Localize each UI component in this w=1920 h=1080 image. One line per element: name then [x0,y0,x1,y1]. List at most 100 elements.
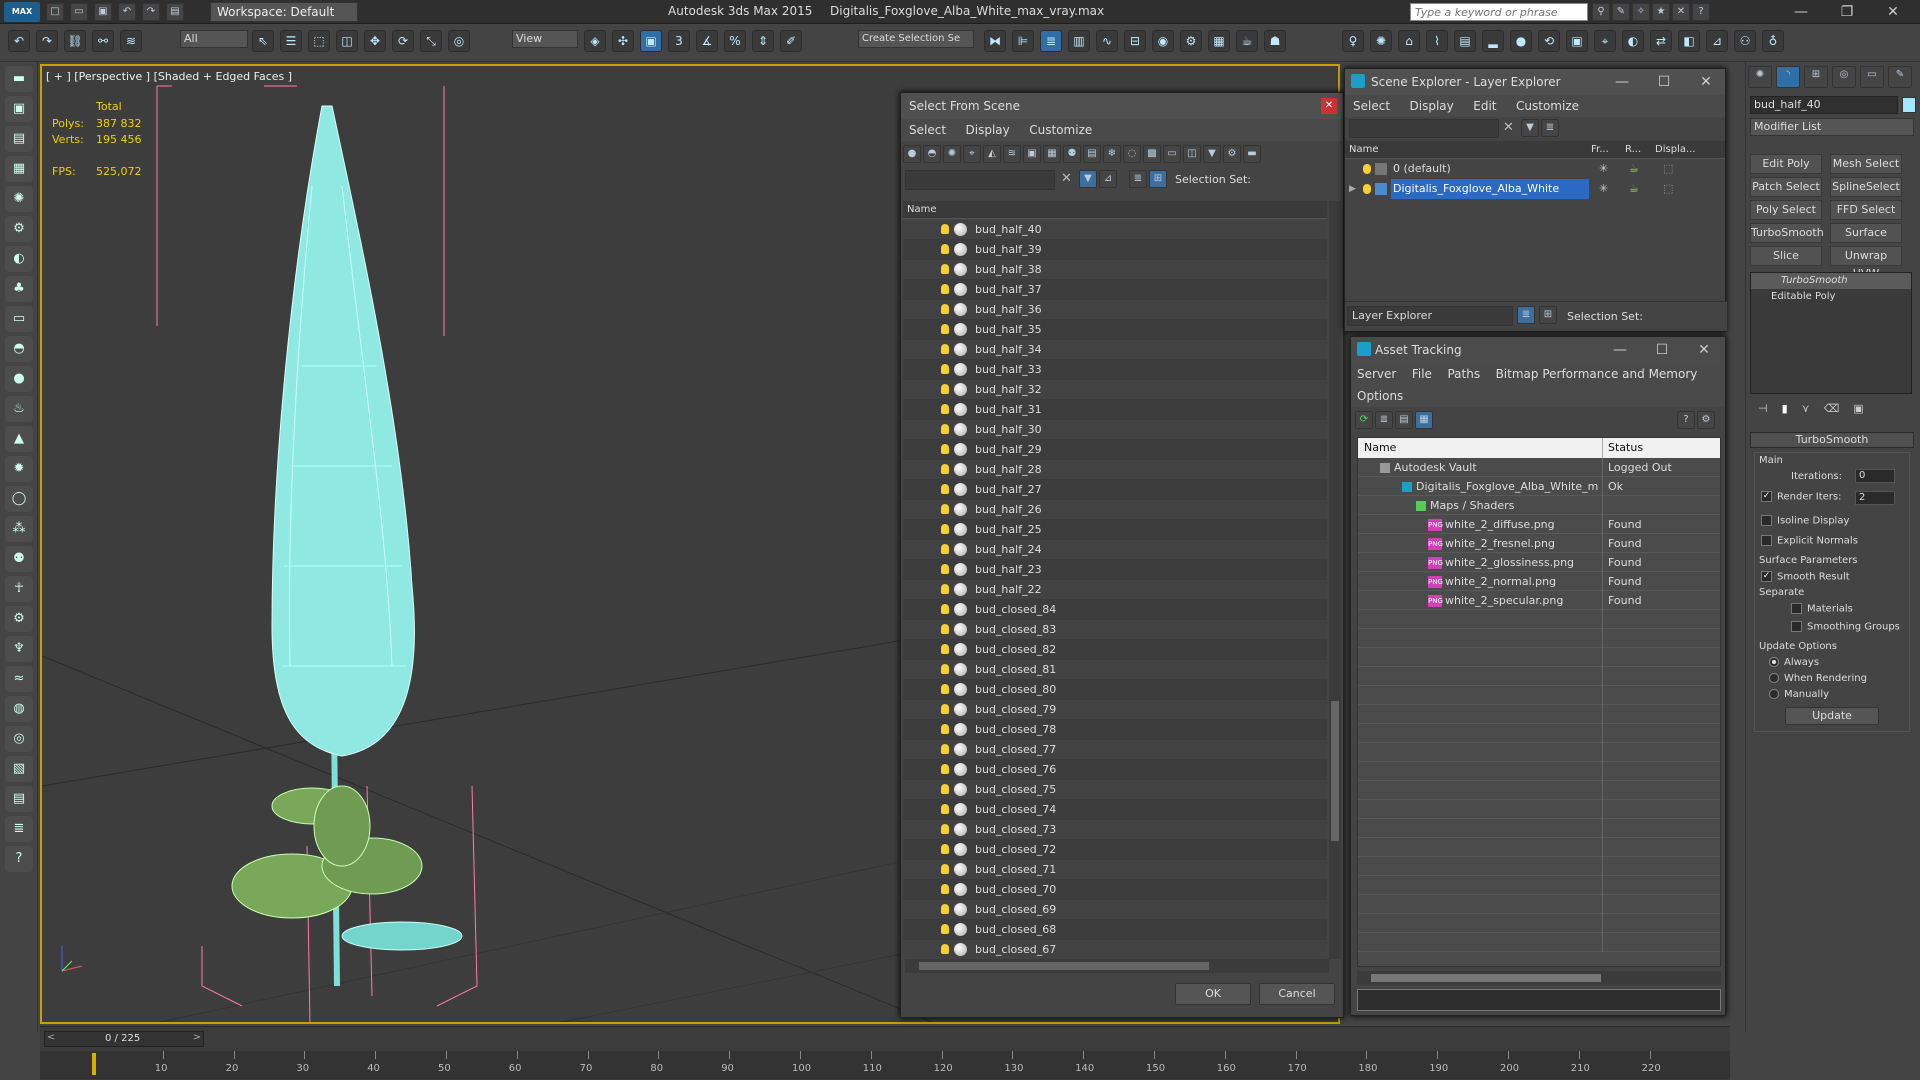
light-bulb-icon[interactable] [941,564,949,574]
scene-list-item[interactable]: bud_closed_83 [903,620,1327,640]
vray-help-icon[interactable]: ♁ [1762,30,1784,52]
sphere-icon[interactable]: ● [5,366,33,392]
explorer-type-dropdown[interactable]: Layer Explorer [1347,306,1513,326]
light-bulb-icon[interactable] [941,824,949,834]
display-all-icon[interactable]: ▩ [1143,145,1161,163]
tools-icon[interactable]: ✎ [1612,3,1630,21]
light-bulb-icon[interactable] [941,224,949,234]
layer-icon[interactable]: ≣ [1129,170,1147,188]
texture-icon[interactable]: ◍ [5,696,33,722]
asset-row[interactable]: PNG white_2_normal.png Found [1358,572,1720,591]
mirror-icon[interactable]: ⧓ [984,30,1006,52]
light-bulb-icon[interactable] [941,744,949,754]
vray-rt-icon[interactable]: ⟲ [1538,30,1560,52]
modifier-button[interactable]: Patch Select [1750,177,1822,197]
light-bulb-icon[interactable] [941,804,949,814]
scene-list-item[interactable]: bud_half_35 [903,320,1327,340]
collapse-icon[interactable]: ▬ [1243,145,1261,163]
select-object-icon[interactable]: ⇖ [252,30,274,52]
scene-list-item[interactable]: bud_half_22 [903,580,1327,600]
configure-sets-icon[interactable]: ▣ [1853,402,1863,424]
modifier-button[interactable]: Poly Select [1750,200,1822,220]
track-bar[interactable]: 10 20 30 40 50 60 70 80 90 100 110 120 130 140 150 160 1… [40,1051,1730,1079]
material-editor-icon[interactable]: ◉ [1152,30,1174,52]
scene-list-item[interactable]: bud_closed_75 [903,780,1327,800]
clear-search-icon[interactable]: ✕ [1061,171,1072,186]
sort-by-layer-icon[interactable]: ≣ [1517,306,1535,324]
vray-proxy-icon[interactable]: ▤ [1454,30,1476,52]
time-slider[interactable]: < 0 / 225 > [44,1031,204,1047]
scene-list-item[interactable]: bud_half_28 [903,460,1327,480]
viewport-label[interactable]: [ + ] [Perspective ] [Shaded + Edged Fac… [46,70,292,83]
app-logo[interactable]: MAX [4,2,40,22]
menu-display[interactable]: Display [966,119,1010,141]
list-view-icon[interactable]: ≣ [1375,411,1393,429]
align-icon[interactable]: ⊫ [1012,30,1034,52]
scene-list-item[interactable]: bud_half_33 [903,360,1327,380]
column-renderable[interactable]: R... [1625,141,1641,159]
light-bulb-icon[interactable] [941,724,949,734]
scene-list-item[interactable]: bud_half_39 [903,240,1327,260]
scene-list-item[interactable]: bud_closed_71 [903,860,1327,880]
asset-path-field[interactable] [1357,989,1721,1011]
render-teapot-icon[interactable]: ☕ [1629,159,1639,179]
vray-light-icon[interactable]: ♀ [1342,30,1364,52]
explicit-normals-checkbox[interactable] [1761,535,1772,546]
object-name-field[interactable]: bud_half_40 [1750,96,1898,114]
render-iterative-icon[interactable]: ☗ [1264,30,1286,52]
hierarchy-icon[interactable]: ▤ [5,126,33,152]
column-name[interactable]: Name [1349,141,1379,159]
light-bulb-icon[interactable] [941,884,949,894]
render-production-icon[interactable]: ☕ [1236,30,1258,52]
scene-list-item[interactable]: bud_half_27 [903,480,1327,500]
asset-row[interactable]: PNG white_2_glossiness.png Found [1358,553,1720,572]
scene-list-item[interactable]: bud_closed_76 [903,760,1327,780]
vray-plane-icon[interactable]: ▂ [1482,30,1504,52]
display-xrefs-icon[interactable]: ▦ [1043,145,1061,163]
layer-manager-icon[interactable]: ≣ [1040,30,1062,52]
hierarchy-icon[interactable]: ⊞ [1149,170,1167,188]
layers-icon[interactable]: ≣ [5,816,33,842]
always-radio[interactable] [1769,657,1779,667]
display-groups-icon[interactable]: ▣ [1023,145,1041,163]
modifier-list-dropdown[interactable]: Modifier List [1750,118,1914,136]
help-icon[interactable]: ? [1692,3,1710,21]
camera-icon[interactable]: ⚙ [5,216,33,242]
search-input[interactable] [1410,3,1588,21]
vray-sun-icon[interactable]: ✺ [1370,30,1392,52]
scene-list-item[interactable]: bud_half_37 [903,280,1327,300]
light-bulb-icon[interactable] [941,544,949,554]
modifier-button[interactable]: FFD Select [1830,200,1902,220]
scene-list-item[interactable]: bud_closed_80 [903,680,1327,700]
display-tab-icon[interactable]: ▭ [1860,66,1884,88]
next-frame-icon[interactable]: > [193,1032,201,1043]
redo-icon[interactable]: ↷ [142,3,160,21]
utilities-tab-icon[interactable]: ✎ [1888,66,1912,88]
menu-display[interactable]: Display [1410,95,1454,117]
scene-list-item[interactable]: bud_half_32 [903,380,1327,400]
display-spacewarps-icon[interactable]: ≋ [1003,145,1021,163]
scene-list-item[interactable]: bud_closed_82 [903,640,1327,660]
vray-material-icon[interactable]: ◐ [1622,30,1644,52]
render-iters-spinner[interactable]: 2 [1855,491,1895,505]
vray-edge-icon[interactable]: ⊿ [1706,30,1728,52]
settings-icon[interactable]: ⚙ [1697,411,1715,429]
show-end-result-icon[interactable]: ▮ [1782,402,1788,424]
light-bulb-icon[interactable] [941,464,949,474]
scene-list-item[interactable]: bud_half_24 [903,540,1327,560]
update-button[interactable]: Update [1785,707,1879,725]
asset-row[interactable]: PNG white_2_fresnel.png Found [1358,534,1720,553]
find-case-icon[interactable]: ▼ [1079,170,1097,188]
bone-icon[interactable]: ⚉ [5,546,33,572]
pivot-center-icon[interactable]: ◈ [584,30,606,52]
light-bulb-icon[interactable] [941,344,949,354]
rendered-frame-window-icon[interactable]: ▦ [1208,30,1230,52]
percent-snap-icon[interactable]: % [724,30,746,52]
light-bulb-icon[interactable] [941,444,949,454]
stack-editable-poly[interactable]: Editable Poly [1751,289,1911,305]
filter-icon[interactable]: ▼ [1521,119,1539,137]
asset-row[interactable]: PNG white_2_diffuse.png Found [1358,515,1720,534]
display-invert-icon[interactable]: ◫ [1183,145,1201,163]
scene-list-item[interactable]: bud_half_30 [903,420,1327,440]
plane-icon[interactable]: ◓ [5,336,33,362]
